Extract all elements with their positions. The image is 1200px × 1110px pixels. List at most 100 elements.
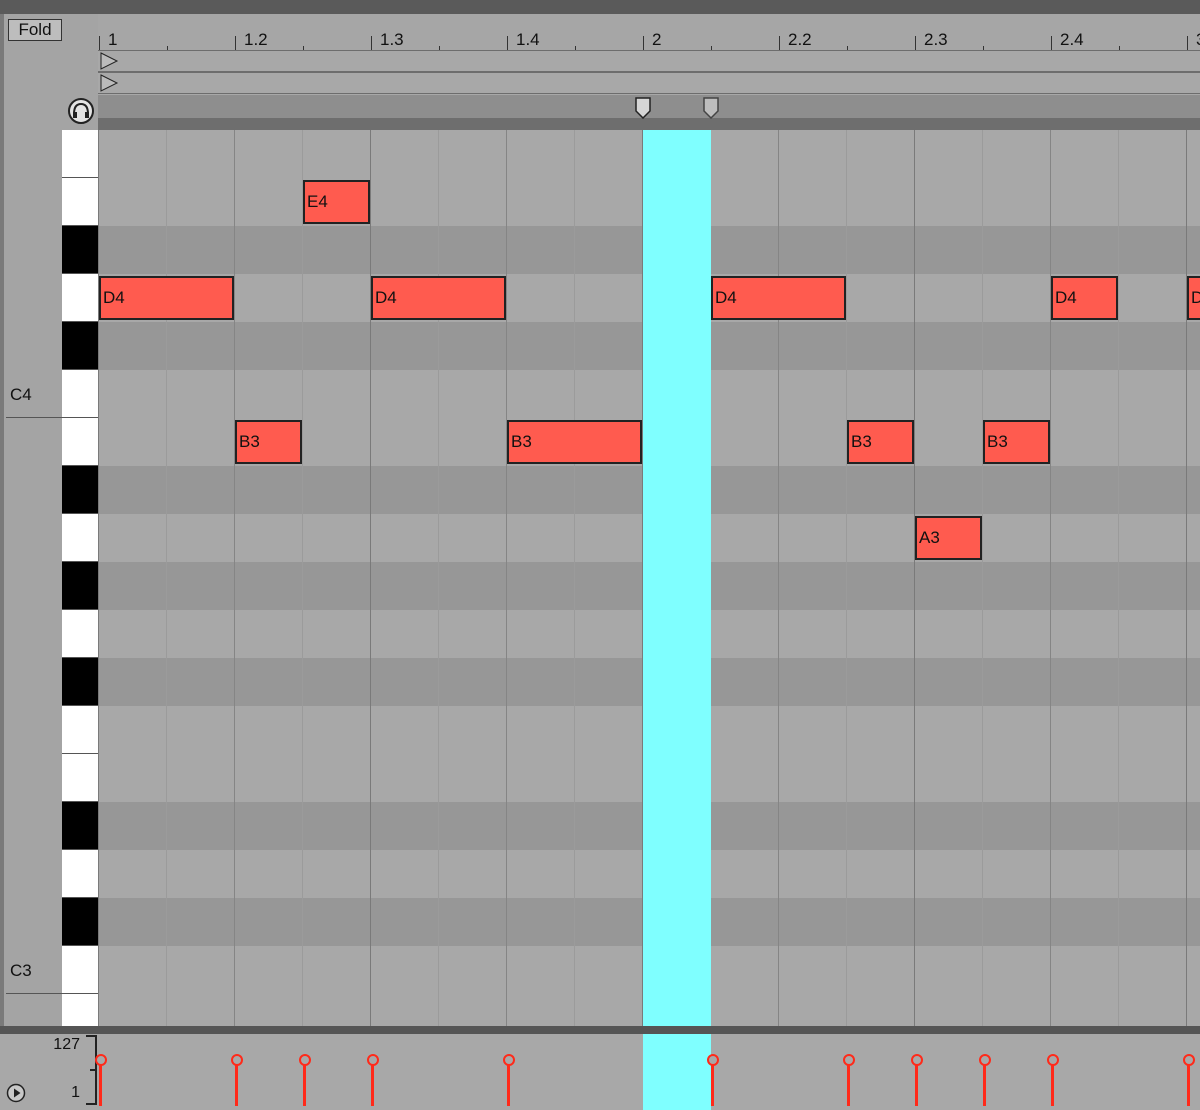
grid-line — [1186, 130, 1187, 1026]
velocity-stem[interactable] — [847, 1062, 850, 1106]
octave-label-c4: C4 — [10, 385, 32, 404]
playhead-selection-velocity — [643, 1034, 711, 1110]
velocity-handle[interactable] — [367, 1054, 379, 1066]
ruler-tick-label: 3 — [1196, 30, 1200, 50]
velocity-handle[interactable] — [503, 1054, 515, 1066]
grid-line — [1050, 130, 1051, 1026]
velocity-handle[interactable] — [843, 1054, 855, 1066]
ruler-tick-label: 2.4 — [1060, 30, 1084, 49]
midi-note[interactable]: A3 — [915, 516, 982, 560]
velocity-min-label: 1 — [71, 1084, 80, 1101]
octave-divider — [6, 993, 62, 994]
midi-note[interactable]: E4 — [303, 180, 370, 224]
octave-divider — [6, 417, 62, 418]
white-key[interactable] — [62, 610, 98, 658]
velocity-stem[interactable] — [1187, 1062, 1190, 1106]
velocity-stem[interactable] — [711, 1062, 714, 1106]
top-bar — [0, 0, 1200, 14]
velocity-stem[interactable] — [983, 1062, 986, 1106]
white-key[interactable] — [62, 514, 98, 562]
velocity-stem[interactable] — [371, 1062, 374, 1106]
black-key[interactable] — [62, 322, 98, 370]
grid-line — [370, 130, 371, 1026]
midi-note[interactable]: B3 — [235, 420, 302, 464]
ruler-tick-label: 2 — [652, 30, 662, 49]
white-key[interactable] — [62, 274, 98, 322]
loop-start-marker[interactable] — [635, 97, 651, 119]
triangle-icon — [100, 74, 119, 92]
grid-line — [506, 130, 507, 1026]
velocity-handle[interactable] — [95, 1054, 107, 1066]
beat-ruler[interactable]: 1 1.2 1.3 1.4 2 2.2 2.3 2.4 3 — [98, 14, 1200, 52]
grid-line — [914, 130, 915, 1026]
midi-note[interactable]: B3 — [847, 420, 914, 464]
velocity-handle[interactable] — [1183, 1054, 1195, 1066]
grid-line — [846, 130, 847, 1026]
velocity-stem[interactable] — [1051, 1062, 1054, 1106]
fold-button[interactable]: Fold — [8, 19, 62, 41]
grid-line — [438, 130, 439, 1026]
midi-note[interactable]: D4 — [99, 276, 234, 320]
white-key[interactable] — [62, 850, 98, 898]
play-icon[interactable] — [6, 1083, 26, 1103]
grid-line — [778, 130, 779, 1026]
ruler-tick-label: 1 — [108, 30, 118, 49]
grid-line — [982, 130, 983, 1026]
grid-line — [166, 130, 167, 1026]
white-key[interactable] — [62, 370, 98, 418]
white-key[interactable] — [62, 754, 98, 802]
midi-note[interactable]: B3 — [507, 420, 642, 464]
pane-divider[interactable] — [0, 1026, 1200, 1034]
black-key[interactable] — [62, 466, 98, 514]
midi-note[interactable]: D4 — [1187, 276, 1200, 320]
midi-note[interactable]: D4 — [371, 276, 506, 320]
velocity-stem[interactable] — [915, 1062, 918, 1106]
clip-lane-1[interactable] — [98, 50, 1200, 72]
ruler-tick-label: 1.3 — [380, 30, 404, 49]
white-key[interactable] — [62, 418, 98, 466]
black-key[interactable] — [62, 802, 98, 850]
black-key[interactable] — [62, 898, 98, 946]
velocity-pane[interactable] — [0, 1034, 1200, 1110]
white-key[interactable] — [62, 706, 98, 754]
ruler-tick-label: 1.4 — [516, 30, 540, 49]
grid-line — [98, 130, 99, 1026]
velocity-stem[interactable] — [507, 1062, 510, 1106]
midi-note[interactable]: D4 — [1051, 276, 1118, 320]
velocity-scale-bracket — [86, 1035, 97, 1105]
ruler-tick-label: 1.2 — [244, 30, 268, 49]
headphone-icon[interactable] — [67, 97, 95, 125]
ruler-tick-label: 2.3 — [924, 30, 948, 49]
loop-end-marker[interactable] — [703, 97, 719, 119]
white-key[interactable] — [62, 178, 98, 226]
ruler-tick-label: 2.2 — [788, 30, 812, 49]
grid-line — [574, 130, 575, 1026]
midi-note[interactable]: B3 — [983, 420, 1050, 464]
velocity-handle[interactable] — [979, 1054, 991, 1066]
grid-line — [302, 130, 303, 1026]
piano-keyboard[interactable] — [62, 130, 98, 1026]
velocity-handle[interactable] — [1047, 1054, 1059, 1066]
velocity-handle[interactable] — [231, 1054, 243, 1066]
velocity-handle[interactable] — [911, 1054, 923, 1066]
velocity-stem[interactable] — [303, 1062, 306, 1106]
black-key[interactable] — [62, 226, 98, 274]
octave-label-c3: C3 — [10, 961, 32, 980]
playhead-selection — [643, 130, 711, 1026]
midi-note[interactable]: D4 — [711, 276, 846, 320]
white-key[interactable] — [62, 994, 98, 1026]
velocity-stem[interactable] — [235, 1062, 238, 1106]
loop-bar-edge — [98, 118, 1200, 130]
velocity-handle[interactable] — [707, 1054, 719, 1066]
grid-line — [234, 130, 235, 1026]
velocity-max-label: 127 — [53, 1036, 80, 1053]
velocity-stem[interactable] — [99, 1062, 102, 1106]
velocity-handle[interactable] — [299, 1054, 311, 1066]
black-key[interactable] — [62, 658, 98, 706]
white-key[interactable] — [62, 130, 98, 178]
black-key[interactable] — [62, 562, 98, 610]
white-key[interactable] — [62, 946, 98, 994]
triangle-icon — [100, 52, 119, 70]
clip-lane-2[interactable] — [98, 72, 1200, 94]
grid-line — [1118, 130, 1119, 1026]
